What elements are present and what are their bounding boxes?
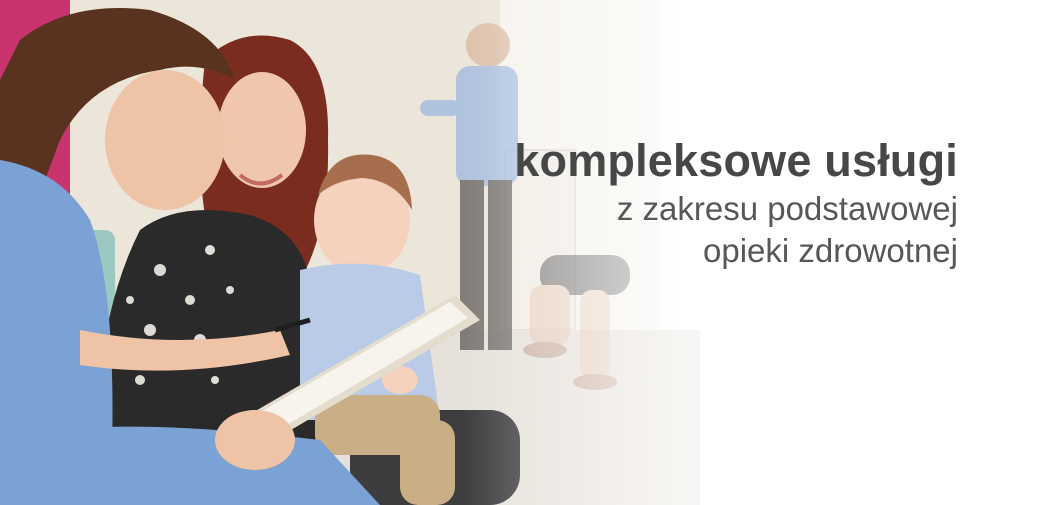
headline-line-3: opieki zdrowotnej bbox=[703, 232, 958, 269]
headline-line-2: z zakresu podstawowej bbox=[616, 190, 958, 227]
hero-banner: kompleksowe usługi z zakresu podstawowej… bbox=[0, 0, 1050, 505]
headline: kompleksowe usługi z zakresu podstawowej… bbox=[514, 134, 958, 272]
headline-bold: kompleksowe usługi bbox=[514, 135, 958, 186]
